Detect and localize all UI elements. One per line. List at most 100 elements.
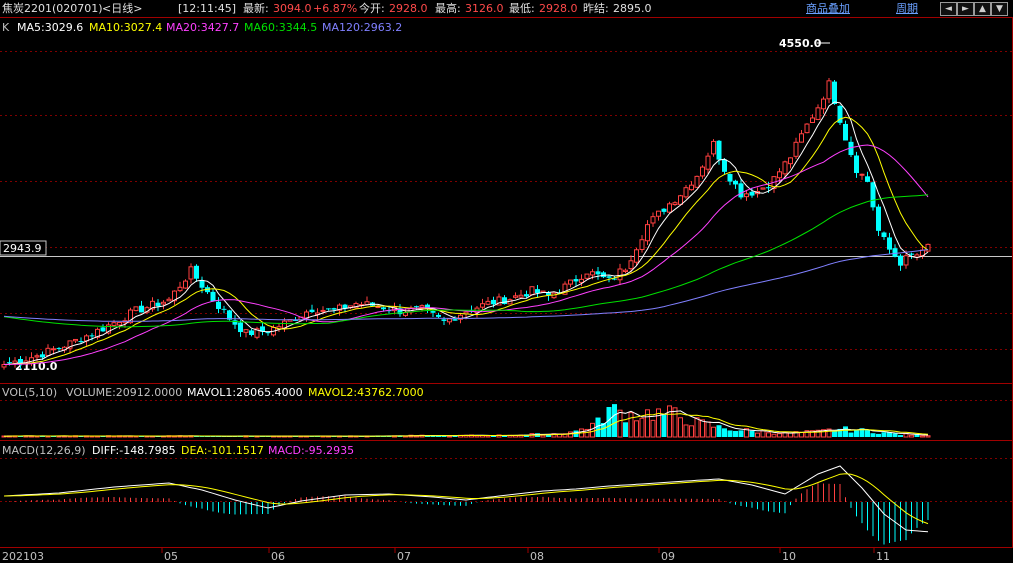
macd-dea-line: [3, 473, 929, 525]
volume-bar: [738, 430, 744, 437]
candle-body: [859, 173, 865, 176]
ma10-legend: MA10:3027.4: [89, 21, 162, 34]
candle-body: [705, 155, 711, 170]
candle-body: [815, 107, 821, 120]
ma-line-ma20: [3, 144, 929, 365]
volume-bar: [447, 435, 452, 438]
candle-body: [513, 295, 518, 298]
volume-bar: [733, 431, 738, 437]
candle-body: [40, 354, 45, 358]
candle-body: [529, 286, 535, 296]
volume-bar: [892, 433, 898, 437]
volume-bar: [634, 420, 639, 438]
candle-body: [804, 123, 810, 134]
volume-bar: [881, 432, 887, 437]
x-axis-label: 09: [661, 550, 675, 563]
candle-body: [716, 140, 722, 160]
candle-body: [524, 294, 529, 297]
volume-bar: [661, 413, 667, 437]
kline-chart[interactable]: K MA5:3029.6 MA10:3027.4 MA20:3427.7 MA6…: [0, 0, 1013, 563]
candle-body: [700, 166, 705, 177]
candle-body: [177, 286, 183, 292]
volume-bar: [689, 425, 694, 438]
candle-body: [650, 216, 656, 224]
candle-body: [221, 308, 227, 310]
volume-bar: [727, 430, 733, 437]
macd-diff-line: [3, 465, 929, 533]
candle-body: [414, 306, 419, 308]
candle-body: [139, 305, 144, 313]
candle-body: [436, 314, 441, 317]
candle-body: [865, 176, 870, 182]
max-price-label: 4550.0: [779, 37, 822, 50]
candle-body: [727, 173, 733, 182]
volume-bar: [683, 424, 689, 438]
volume-bar: [639, 417, 645, 438]
candle-body: [793, 141, 799, 157]
candle-body: [661, 208, 667, 212]
candle-body: [249, 330, 254, 336]
macd-legend-dea: DEA:-101.1517: [181, 444, 264, 457]
candle-body: [678, 195, 683, 205]
candle-body: [73, 338, 78, 342]
candle-body: [744, 193, 749, 198]
ma5-legend: MA5:3029.6: [17, 21, 83, 34]
candle-body: [579, 278, 584, 283]
volume-bar: [645, 409, 650, 438]
x-axis-label: 08: [530, 550, 544, 563]
x-axis: 202103 05 06 07 08 09 10 11: [2, 548, 890, 563]
volume-bar: [590, 422, 595, 438]
candle-body: [870, 182, 876, 208]
candle-body: [799, 133, 804, 143]
volume-bar: [650, 419, 656, 438]
candle-body: [452, 319, 458, 321]
candle-body: [590, 271, 595, 276]
candle-body: [634, 249, 639, 263]
candle-body: [903, 255, 909, 266]
volume-bar: [716, 425, 722, 437]
candle-body: [34, 355, 40, 358]
volume-bar: [920, 435, 925, 438]
candle-body: [518, 294, 524, 298]
volume-bar: [832, 431, 837, 437]
candle-body: [216, 301, 221, 309]
candle-body: [188, 266, 194, 280]
candle-body: [711, 140, 716, 155]
candle-body: [617, 268, 623, 281]
candle-body: [606, 276, 612, 278]
candle-body: [12, 360, 18, 364]
cursor-price-label: 2943.9: [3, 242, 42, 255]
candle-body: [535, 289, 540, 294]
x-axis-label: 06: [271, 550, 285, 563]
candle-body: [381, 307, 386, 310]
candle-body: [7, 362, 12, 364]
candle-body: [111, 322, 117, 326]
candle-body: [430, 311, 436, 313]
macd-legend-title: MACD(12,26,9): [2, 444, 86, 457]
candle-body: [243, 329, 249, 333]
candle-body: [480, 303, 485, 308]
volume-bar: [854, 430, 859, 437]
candle-body: [419, 305, 425, 308]
volume-bar: [617, 409, 623, 438]
volume-bar: [771, 433, 777, 438]
candle-body: [760, 187, 766, 190]
candle-body: [89, 335, 95, 337]
volume-bar: [678, 417, 683, 438]
ma-legend-prefix: K: [2, 21, 10, 34]
x-axis-label: 07: [397, 550, 411, 563]
volume-bar: [777, 433, 782, 438]
candle-body: [623, 269, 628, 272]
volume-bar: [749, 430, 755, 437]
candle-body: [909, 253, 914, 255]
moving-average-lines: [3, 101, 929, 365]
ma60-legend: MA60:3344.5: [244, 21, 317, 34]
candle-body: [887, 237, 892, 250]
candle-body: [826, 80, 832, 100]
volume-bars: [1, 404, 931, 438]
candle-body: [441, 319, 447, 321]
volume-bar: [870, 433, 876, 437]
vol-legend-mavol2: MAVOL2:43762.7000: [308, 386, 424, 399]
candle-body: [161, 301, 166, 305]
candle-body: [766, 187, 771, 189]
